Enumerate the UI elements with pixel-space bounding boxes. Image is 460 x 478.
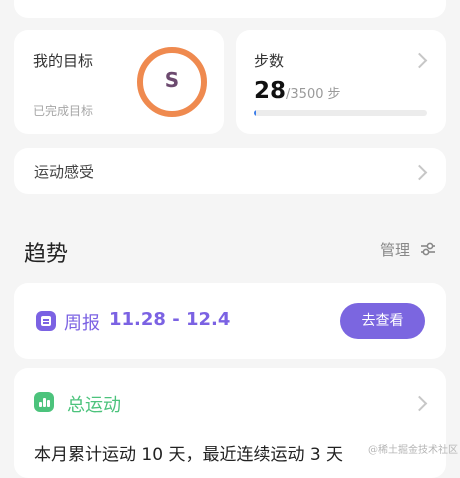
bar-chart-icon xyxy=(34,392,54,412)
trend-title: 趋势 xyxy=(24,242,69,267)
weekly-label: 周报 xyxy=(64,313,100,334)
feeling-label: 运动感受 xyxy=(34,163,95,181)
steps-progress-fill xyxy=(254,110,256,116)
steps-card[interactable]: 步数 28/3500 步 xyxy=(236,30,446,134)
steps-value: 28/3500 步 xyxy=(254,78,341,104)
chevron-right-icon xyxy=(411,395,428,412)
total-exercise-summary: 本月累计运动 10 天，最近连续运动 3 天 xyxy=(34,445,344,465)
steps-progress-bar xyxy=(254,110,427,116)
previous-card xyxy=(14,0,446,18)
weekly-date-range: 11.28 - 12.4 xyxy=(109,309,231,330)
goal-title: 我的目标 xyxy=(33,52,94,70)
steps-title: 步数 xyxy=(254,52,285,70)
weekly-report-card[interactable]: 周报 11.28 - 12.4 去查看 xyxy=(14,283,446,359)
report-icon xyxy=(36,311,56,331)
steps-unit: 步 xyxy=(327,87,341,102)
goal-card[interactable]: 我的目标 已完成目标 S xyxy=(14,30,224,134)
total-exercise-card[interactable]: 总运动 本月累计运动 10 天，最近连续运动 3 天 xyxy=(14,368,446,478)
steps-target: /3500 xyxy=(286,87,324,102)
manage-link[interactable]: 管理 xyxy=(380,239,410,260)
goal-subtitle: 已完成目标 xyxy=(33,104,94,118)
view-report-button[interactable]: 去查看 xyxy=(340,303,425,339)
chevron-right-icon xyxy=(411,52,428,69)
goal-ring: S xyxy=(137,47,207,117)
sliders-icon[interactable] xyxy=(420,242,436,256)
goal-ring-letter: S xyxy=(164,68,180,92)
watermark: @稀土掘金技术社区 xyxy=(368,445,458,456)
steps-count: 28 xyxy=(254,78,287,104)
chevron-right-icon xyxy=(411,164,428,181)
total-exercise-label: 总运动 xyxy=(67,395,121,416)
feeling-row[interactable]: 运动感受 xyxy=(14,148,446,194)
